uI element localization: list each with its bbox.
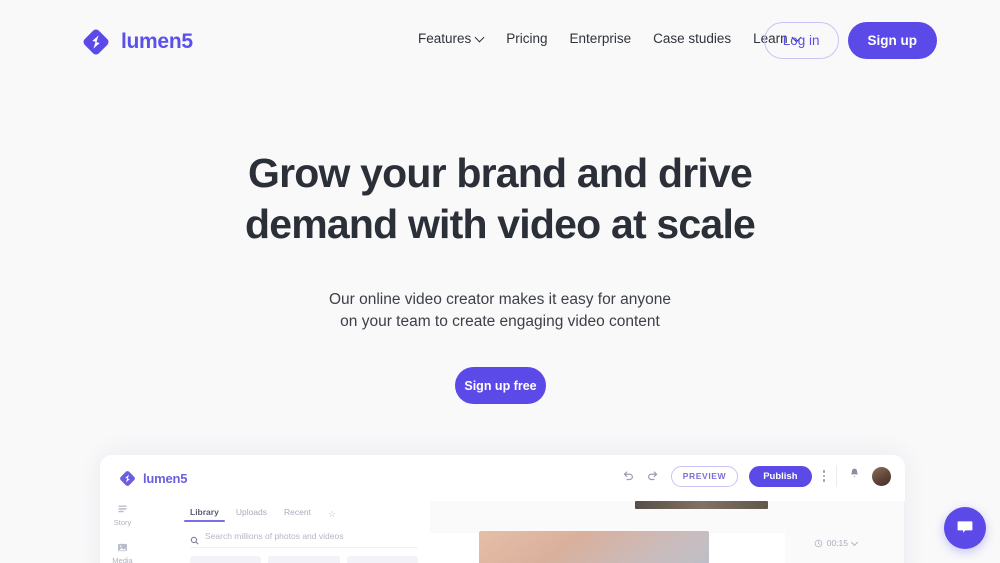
preview-button[interactable]: PREVIEW <box>670 465 739 487</box>
main-nav: Features Pricing Enterprise Case studies… <box>418 31 801 46</box>
page-title: Grow your brand and drive demand with vi… <box>0 148 1000 250</box>
avatar[interactable] <box>872 466 891 486</box>
chat-widget-button[interactable] <box>944 507 986 549</box>
nav-item-label: Case studies <box>653 31 732 46</box>
nav-item-enterprise[interactable]: Enterprise <box>570 31 632 46</box>
nav-item-case-studies[interactable]: Case studies <box>653 31 731 46</box>
hero-subheading: Our online video creator makes it easy f… <box>0 289 1000 333</box>
headline-line-2: demand with video at scale <box>244 201 756 247</box>
notifications-bell-icon[interactable] <box>848 467 861 485</box>
video-canvas-area: 00:15 <box>430 501 905 563</box>
canvas-text-bar[interactable] <box>635 501 768 509</box>
mockup-logo-text: lumen5 <box>143 471 188 486</box>
sign-up-free-button[interactable]: Sign up free <box>455 367 546 404</box>
subhead-line-1: Our online video creator makes it easy f… <box>328 291 672 308</box>
media-library-panel: Library Uploads Recent ☆ Search millions… <box>145 501 430 563</box>
app-preview-mockup: lumen5 PREVIEW Publish Story Media Libra… <box>100 455 905 563</box>
media-image-icon <box>116 541 129 554</box>
landing-page: lumen5 Features Pricing Enterprise Case … <box>0 0 1000 563</box>
mockup-body: Story Media Library Uploads Recent ☆ Sea… <box>100 501 905 563</box>
mockup-toolbar-actions: PREVIEW Publish <box>621 465 891 487</box>
lumen5-diamond-logo-icon <box>118 469 137 488</box>
undo-icon[interactable] <box>621 469 635 483</box>
publish-button[interactable]: Publish <box>749 465 812 487</box>
scene-duration-control[interactable]: 00:15 <box>814 538 858 548</box>
headline-line-1: Grow your brand and drive <box>248 150 753 196</box>
logo[interactable]: lumen5 <box>80 26 193 58</box>
nav-item-pricing[interactable]: Pricing <box>506 31 547 46</box>
chat-bubble-icon <box>955 517 975 540</box>
subhead-line-2: on your team to create engaging video co… <box>340 313 660 330</box>
mockup-logo: lumen5 <box>118 469 188 488</box>
toolbar-divider <box>836 465 837 487</box>
site-header: lumen5 Features Pricing Enterprise Case … <box>0 0 1000 82</box>
media-thumbnail-grid <box>190 556 418 563</box>
clock-icon <box>814 539 823 548</box>
nav-item-label: Pricing <box>506 31 548 46</box>
tab-uploads[interactable]: Uploads <box>236 507 267 522</box>
sidebar-item-story[interactable]: Story <box>113 503 132 527</box>
favorites-star-icon[interactable]: ☆ <box>328 509 336 520</box>
media-thumbnail[interactable] <box>346 556 418 563</box>
media-thumbnail[interactable] <box>190 556 262 563</box>
mockup-toolbar: lumen5 PREVIEW Publish <box>100 455 905 501</box>
tab-recent[interactable]: Recent <box>284 507 311 522</box>
chevron-down-icon <box>476 34 484 42</box>
chevron-down-icon <box>852 540 858 546</box>
search-placeholder-text: Search millions of photos and videos <box>205 531 344 541</box>
scene-duration-value: 00:15 <box>826 538 848 548</box>
library-tabs: Library Uploads Recent ☆ <box>145 501 430 522</box>
canvas-sunset-image[interactable] <box>479 531 709 563</box>
media-search-input[interactable]: Search millions of photos and videos <box>190 531 418 548</box>
mockup-sidebar: Story Media <box>100 501 145 563</box>
search-icon <box>190 532 199 544</box>
more-options-icon[interactable] <box>822 470 825 482</box>
logo-text: lumen5 <box>121 30 193 53</box>
media-thumbnail[interactable] <box>268 556 340 563</box>
log-in-button[interactable]: Log in <box>763 22 839 59</box>
sidebar-item-media[interactable]: Media <box>112 541 133 563</box>
redo-icon[interactable] <box>646 469 660 483</box>
nav-item-features[interactable]: Features <box>418 31 484 46</box>
nav-item-label: Features <box>418 31 472 46</box>
auth-actions: Log in Sign up <box>763 22 937 59</box>
sidebar-item-label: Story <box>113 518 132 527</box>
sidebar-item-label: Media <box>112 556 133 563</box>
lumen5-diamond-logo-icon <box>80 26 112 58</box>
story-lines-icon <box>116 503 129 516</box>
tab-library[interactable]: Library <box>184 507 225 522</box>
nav-item-label: Enterprise <box>569 31 632 46</box>
sign-up-button[interactable]: Sign up <box>847 22 937 59</box>
canvas-divider <box>904 501 905 563</box>
